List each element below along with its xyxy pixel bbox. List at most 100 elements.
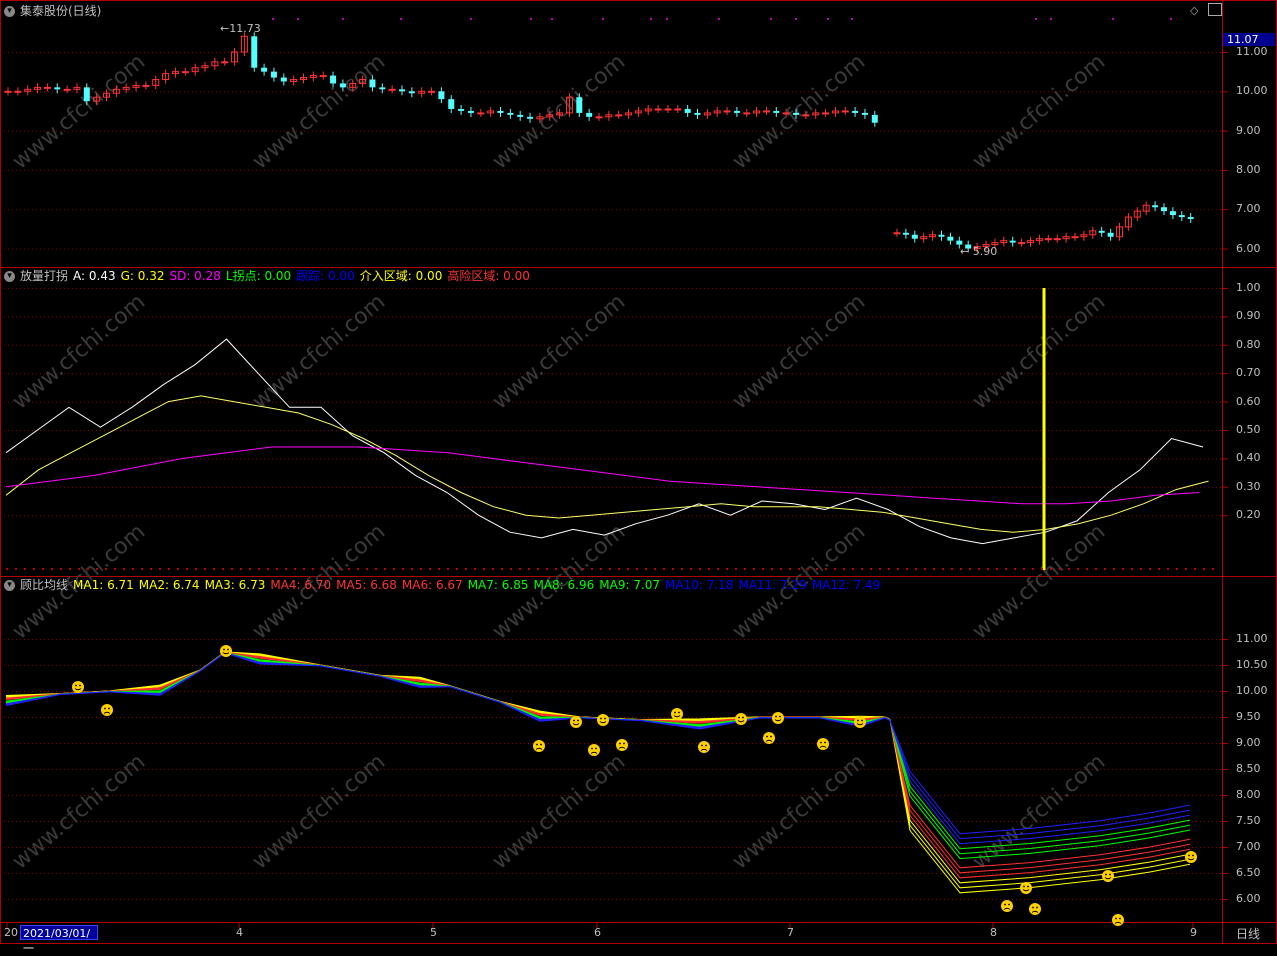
signal-dot: [770, 18, 772, 20]
indicator2-value-1: MA2: 6.74: [138, 578, 200, 592]
candle-body: [822, 112, 830, 115]
candle-body: [861, 112, 868, 115]
zero-dot: [438, 568, 440, 570]
zero-dot: [1158, 568, 1160, 570]
zero-dot: [258, 568, 260, 570]
sad-face-icon: [817, 738, 829, 750]
watermark-text: www.cfchi.com: [8, 49, 150, 174]
watermark-text: www.cfchi.com: [728, 49, 870, 174]
happy-face-icon: [72, 681, 84, 693]
zero-dot: [276, 568, 278, 570]
happy-face-icon: [1185, 851, 1197, 863]
signal-dot: [1050, 18, 1052, 20]
zero-dot: [1140, 568, 1142, 570]
zero-dot: [1086, 568, 1088, 570]
zero-dot: [1203, 568, 1205, 570]
period-label[interactable]: 日线: [1236, 925, 1260, 942]
sad-face-icon: [698, 741, 710, 753]
zero-dot: [204, 568, 206, 570]
indicator1-y-tick: 0.60: [1236, 394, 1261, 408]
zero-dot: [267, 568, 269, 570]
signal-dot: [1035, 18, 1037, 20]
maximize-icon[interactable]: [1208, 3, 1222, 16]
happy-face-icon: [220, 645, 232, 657]
zero-dot: [771, 568, 773, 570]
zero-dot: [87, 568, 89, 570]
candle-body: [458, 108, 465, 111]
zero-dot: [78, 568, 80, 570]
zero-dot: [582, 568, 584, 570]
zero-dot: [987, 568, 989, 570]
price-y-tick: 9.00: [1236, 123, 1261, 137]
panel-menu-icon[interactable]: ▾: [4, 580, 15, 591]
price-y-tick: 6.00: [1236, 241, 1261, 255]
happy-face-icon: [1020, 882, 1032, 894]
indicator2-y-tick: 6.00: [1236, 892, 1261, 905]
zero-dot: [1077, 568, 1079, 570]
price-y-tick: 8.00: [1236, 162, 1261, 176]
zero-dot: [744, 568, 746, 570]
zero-dot: [1167, 568, 1169, 570]
zero-dot: [222, 568, 224, 570]
zero-dot: [1014, 568, 1016, 570]
zero-dot: [168, 568, 170, 570]
candle-body: [1161, 207, 1167, 212]
zero-dot: [1041, 568, 1043, 570]
candle-body: [586, 112, 593, 117]
candle-body: [339, 83, 346, 88]
indicator1-y-tick: 0.20: [1236, 508, 1261, 522]
sad-face-icon: [533, 740, 545, 752]
watermark-text: www.cfchi.com: [728, 289, 870, 414]
zero-dot: [1185, 568, 1187, 570]
indicator2-value-3: MA4: 6.70: [270, 578, 332, 592]
candle-body: [1107, 232, 1114, 237]
signal-dot: [551, 18, 553, 20]
signal-dot: [666, 18, 668, 20]
zero-dot: [60, 568, 62, 570]
x-axis-tick: 6: [594, 926, 601, 939]
zero-dot: [195, 568, 197, 570]
zero-dot: [870, 568, 872, 570]
zero-dot: [69, 568, 71, 570]
zero-dot: [339, 568, 341, 570]
signal-dot: [272, 18, 274, 20]
zero-dot: [375, 568, 377, 570]
happy-face-icon: [1102, 870, 1114, 882]
zero-dot: [690, 568, 692, 570]
zero-dot: [537, 568, 539, 570]
indicator2-value-9: MA10: 7.18: [665, 578, 734, 592]
diamond-icon[interactable]: ◇: [1190, 4, 1198, 17]
indicator2-y-tick: 9.50: [1236, 710, 1261, 723]
panel-menu-icon[interactable]: ▾: [4, 271, 15, 282]
zero-dot: [15, 568, 17, 570]
zero-dot: [852, 568, 854, 570]
zero-dot: [105, 568, 107, 570]
zero-dot: [321, 568, 323, 570]
indicator1-y-tick: 0.30: [1236, 479, 1261, 493]
zero-dot: [420, 568, 422, 570]
indicator2-y-tick: 10.50: [1236, 658, 1268, 671]
signal-dot: [827, 18, 829, 20]
candle-body: [428, 90, 436, 93]
indicator2-value-0: MA1: 6.71: [73, 578, 134, 592]
zero-dot: [177, 568, 179, 570]
chart-canvas: www.cfchi.com www.cfchi.com www.cfchi.com w…: [0, 0, 1277, 944]
zero-dot: [366, 568, 368, 570]
zero-dot: [348, 568, 350, 570]
candle-body: [733, 110, 740, 113]
indicator2-y-tick: 6.50: [1236, 866, 1261, 879]
x-axis-tick: 20: [4, 926, 18, 939]
candle-body: [723, 110, 731, 113]
panel-menu-icon[interactable]: ▾: [4, 6, 15, 17]
zero-dot: [645, 568, 647, 570]
candle-body: [379, 87, 386, 90]
zero-dot: [456, 568, 458, 570]
sad-face-icon: [588, 744, 600, 756]
zero-dot: [906, 568, 908, 570]
happy-face-icon: [735, 713, 747, 725]
watermark-text: www.cfchi.com: [488, 289, 630, 414]
zero-dot: [447, 568, 449, 570]
sad-face-icon: [1001, 900, 1013, 912]
candle-body: [852, 110, 859, 113]
indicator1-value-3: L拐点: 0.00: [225, 269, 292, 283]
